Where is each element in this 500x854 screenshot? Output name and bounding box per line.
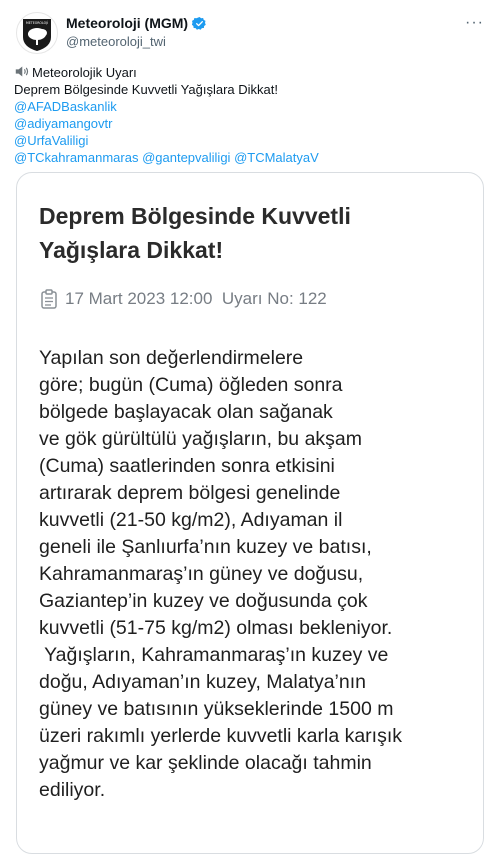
mention-urfa[interactable]: @UrfaValiligi	[14, 133, 88, 148]
warning-image-card[interactable]: Deprem Bölgesinde Kuvvetli Yağışlara Dik…	[16, 172, 484, 854]
tweet-header: METEOROLOJİ Meteoroloji (MGM) @meteorolo…	[14, 8, 490, 56]
handle[interactable]: @meteoroloji_twi	[66, 34, 207, 49]
verified-badge-icon	[192, 16, 206, 30]
display-name[interactable]: Meteoroloji (MGM)	[66, 15, 188, 31]
body-line: üzeri rakımlı yerlerde kuvvetli karla ka…	[39, 725, 403, 747]
body-line: Yapılan son değerlendirmelere	[39, 347, 304, 369]
mention-adiyaman[interactable]: @adiyamangovtr	[14, 116, 112, 131]
tweet-text: Meteorolojik Uyarı Deprem Bölgesinde Kuv…	[14, 64, 484, 166]
body-line: Yağışların, Kahramanmaraş’ın kuzey ve	[39, 644, 389, 666]
body-line: göre; bugün (Cuma) öğleden sonra	[39, 374, 343, 396]
card-meta: 17 Mart 2023 12:00 Uyarı No: 122	[41, 289, 327, 309]
logo-text: METEOROLOJİ	[26, 20, 48, 25]
card-title: Deprem Bölgesinde Kuvvetli Yağışlara Dik…	[39, 199, 459, 267]
tweet-title: Meteorolojik Uyarı	[32, 65, 137, 80]
body-line: doğu, Adıyaman’ın kuzey, Malatya’nın	[39, 671, 366, 693]
card-date-number: 17 Mart 2023 12:00 Uyarı No: 122	[65, 289, 327, 308]
body-line: artırarak deprem bölgesi genelinde	[39, 482, 341, 504]
body-line: ve gök gürültülü yağışların, bu akşam	[39, 428, 363, 450]
body-line: ediliyor.	[39, 779, 106, 801]
body-line: bölgede başlayacak olan sağanak	[39, 401, 333, 423]
avatar[interactable]: METEOROLOJİ	[16, 12, 58, 54]
body-line: geneli ile Şanlıurfa’nın kuzey ve batısı…	[39, 536, 372, 558]
mention-kahramanmaras[interactable]: @TCkahramanmaras	[14, 150, 138, 165]
body-line: kuvvetli (51-75 kg/m2) olması bekleniyor…	[39, 617, 393, 639]
mention-malatya[interactable]: @TCMalatyaV	[234, 150, 319, 165]
card-body: Yapılan son değerlendirmelere göre; bugü…	[39, 345, 479, 804]
mgm-logo-icon: METEOROLOJİ	[23, 19, 51, 51]
body-line: (Cuma) saatlerinden sonra etkisini	[39, 455, 335, 477]
body-line: yağmur ve kar şeklinde olacağı tahmin	[39, 752, 372, 774]
clipboard-icon	[41, 289, 57, 309]
speaker-icon	[15, 66, 29, 77]
more-options-icon[interactable]: ···	[465, 14, 484, 32]
card-title-line: Yağışlara Dikkat!	[39, 237, 224, 263]
body-line: güney ve batısının yükseklerinde 1500 m	[39, 698, 394, 720]
body-line: Kahramanmaraş’ın güney ve doğusu,	[39, 563, 364, 585]
tweet-title-line: Meteorolojik Uyarı	[14, 64, 484, 81]
body-line: Gaziantep’in kuzey ve doğusunda çok	[39, 590, 368, 612]
mention-afad[interactable]: @AFADBaskanlik	[14, 99, 117, 114]
tweet-headline: Deprem Bölgesinde Kuvvetli Yağışlara Dik…	[14, 82, 278, 97]
mention-gantep[interactable]: @gantepvaliligi	[142, 150, 230, 165]
card-title-line: Deprem Bölgesinde Kuvvetli	[39, 203, 351, 229]
body-line: kuvvetli (21-50 kg/m2), Adıyaman il	[39, 509, 343, 531]
